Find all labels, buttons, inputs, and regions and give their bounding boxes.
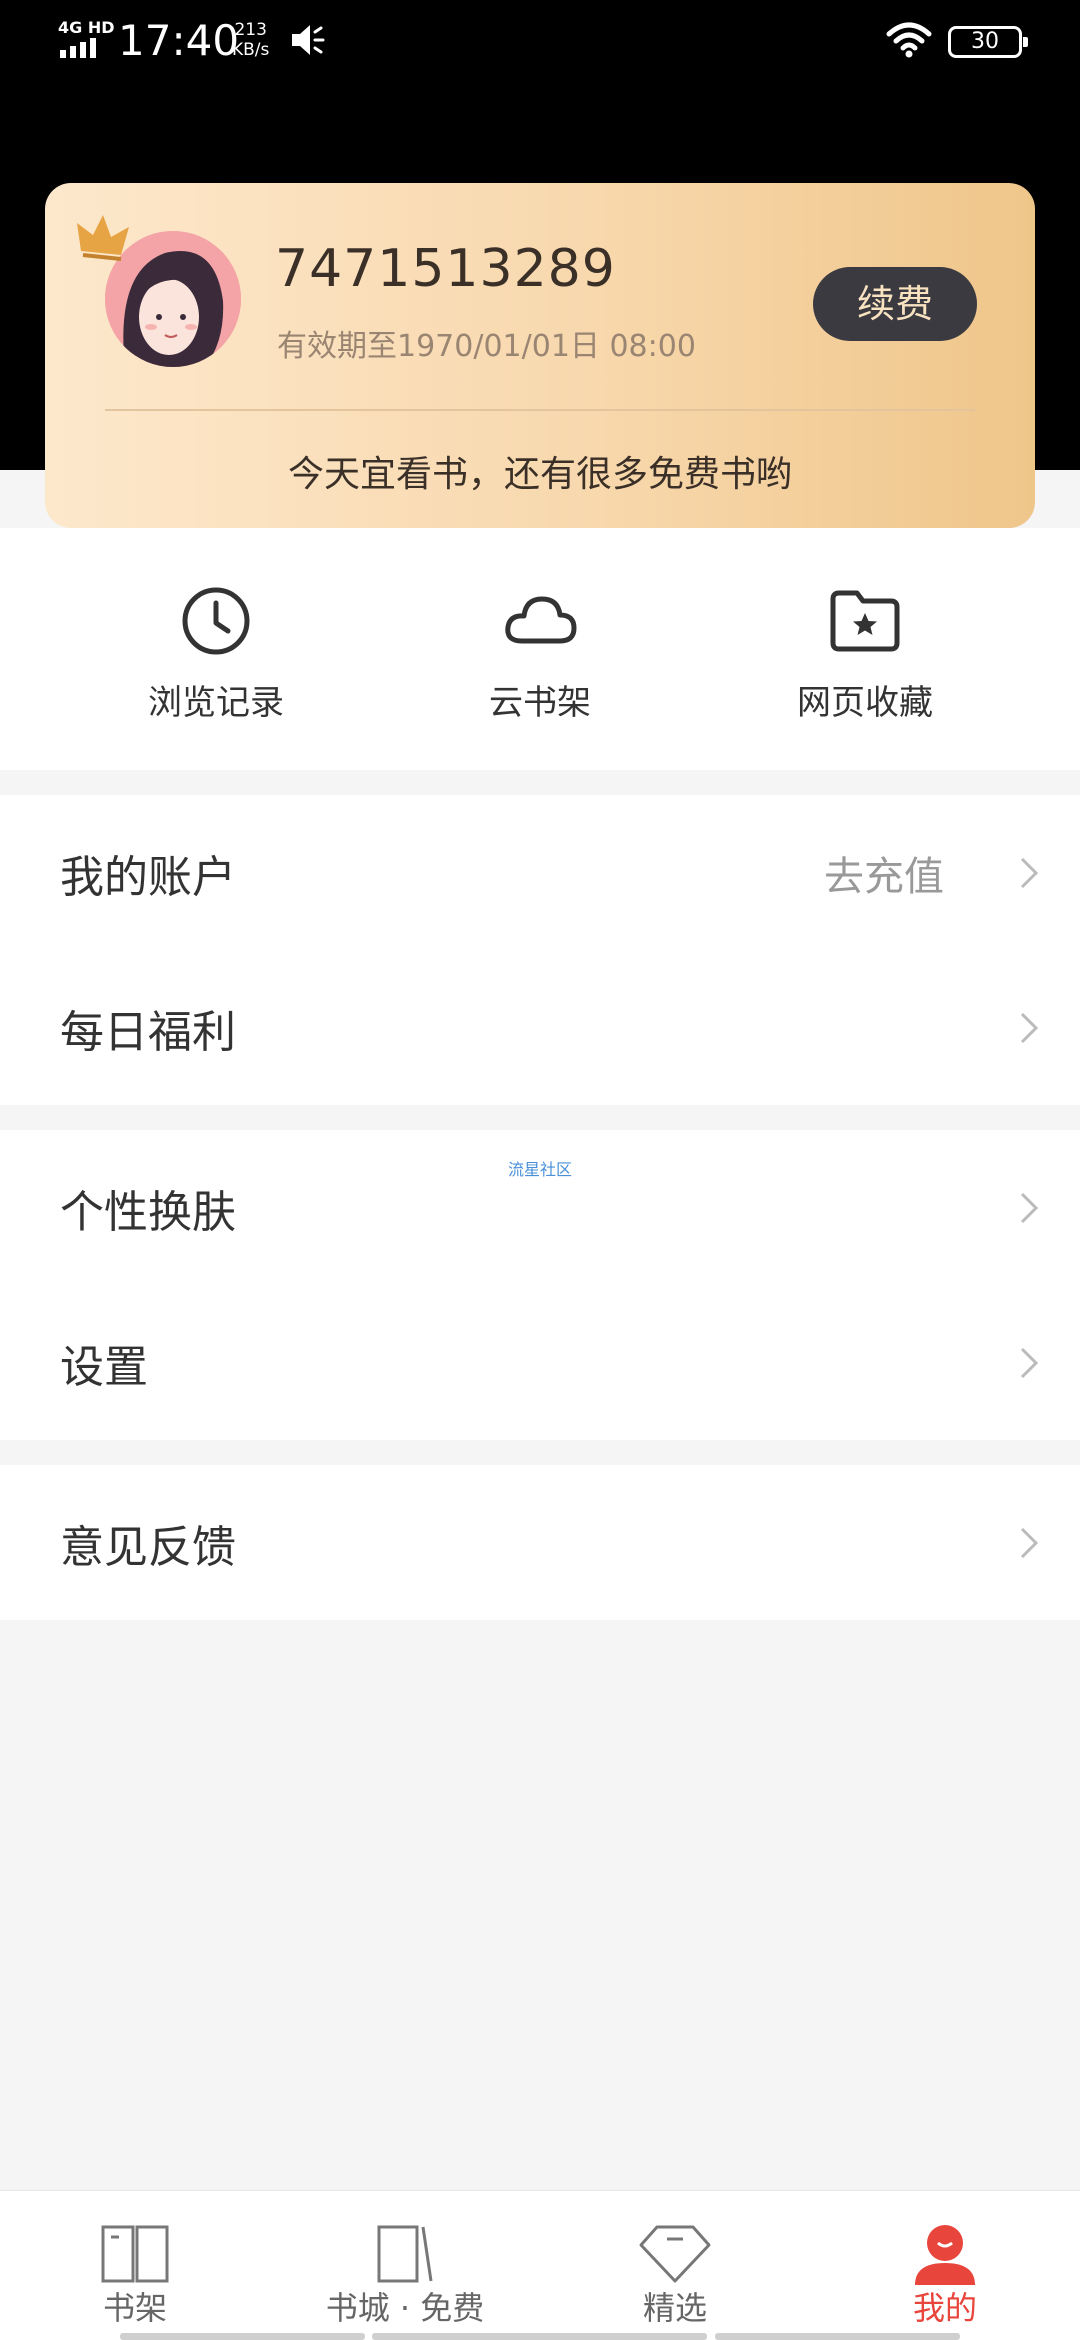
watermark: 流星社区 xyxy=(508,1160,573,1179)
card-slogan[interactable]: 今天宜看书，还有很多免费书哟 xyxy=(45,445,1035,497)
menu-item-feedback[interactable]: 意见反馈 xyxy=(0,1465,1080,1620)
network-speed: 213 KB/s xyxy=(232,20,269,60)
open-book-icon xyxy=(101,2225,169,2283)
menu-item-label: 设置 xyxy=(60,1341,148,1393)
chevron-right-icon xyxy=(1020,1527,1039,1558)
battery-icon: 30 xyxy=(948,26,1028,58)
signal-icon xyxy=(60,38,96,58)
menu-item-label: 我的账户 xyxy=(60,851,236,903)
bookmarks-button[interactable]: 网页收藏 xyxy=(745,583,985,724)
chevron-right-icon xyxy=(1020,1192,1039,1223)
mute-icon xyxy=(292,25,325,55)
menu-item-label: 个性换肤 xyxy=(60,1186,236,1238)
quick-actions: 浏览记录 云书架 网页收藏 xyxy=(0,528,1080,770)
tab-bookshelf[interactable]: 书架 xyxy=(0,2191,270,2340)
chevron-right-icon xyxy=(1020,1012,1039,1043)
tab-label: 精选 xyxy=(642,2289,707,2327)
menu-group-account: 我的账户 去充值 每日福利 xyxy=(0,795,1080,1105)
tab-label: 我的 xyxy=(912,2289,977,2327)
menu-item-my-account[interactable]: 我的账户 去充值 xyxy=(0,795,1080,950)
menu-item-skin[interactable]: 个性换肤 xyxy=(0,1130,1080,1285)
account-id: 7471513289 xyxy=(275,239,616,299)
system-gesture-bar xyxy=(0,2330,1080,2340)
vip-card[interactable]: 7471513289 有效期至1970/01/01日 08:00 续费 今天宜看… xyxy=(45,183,1035,528)
bookstore-icon xyxy=(377,2225,433,2283)
membership-expiry: 有效期至1970/01/01日 08:00 xyxy=(277,329,696,364)
tab-featured[interactable]: 精选 xyxy=(540,2191,810,2340)
renew-button[interactable]: 续费 xyxy=(813,267,977,341)
menu-item-label: 意见反馈 xyxy=(60,1521,236,1573)
browse-history-label: 浏览记录 xyxy=(148,683,284,723)
chevron-right-icon xyxy=(1020,1347,1039,1378)
crown-icon xyxy=(77,215,129,261)
menu-item-label: 每日福利 xyxy=(60,1006,236,1058)
chevron-right-icon xyxy=(1020,857,1039,888)
network-type: 4G HD xyxy=(58,18,115,37)
cloud-bookshelf-button[interactable]: 云书架 xyxy=(420,583,660,724)
profile-icon xyxy=(915,2225,975,2285)
clock-icon xyxy=(182,587,250,655)
cloud-bookshelf-label: 云书架 xyxy=(489,683,591,723)
tab-label: 书城 · 免费 xyxy=(325,2289,485,2327)
speed-value: 213 xyxy=(234,20,267,40)
tab-me[interactable]: 我的 xyxy=(810,2191,1080,2340)
tab-bookstore[interactable]: 书城 · 免费 xyxy=(270,2191,540,2340)
card-divider xyxy=(105,409,975,411)
bookmarks-label: 网页收藏 xyxy=(797,683,933,723)
cloud-icon xyxy=(505,596,577,644)
recharge-link[interactable]: 去充值 xyxy=(824,844,944,902)
speed-unit: KB/s xyxy=(232,40,270,60)
menu-group-feedback: 意见反馈 xyxy=(0,1465,1080,1620)
clock: 17:40 xyxy=(118,16,240,65)
diamond-icon xyxy=(639,2225,711,2283)
wifi-icon xyxy=(886,22,932,58)
folder-star-icon xyxy=(830,590,900,652)
menu-item-daily-bonus[interactable]: 每日福利 xyxy=(0,950,1080,1105)
status-bar: 4G HD 17:40 213 KB/s 30 xyxy=(0,0,1080,86)
browse-history-button[interactable]: 浏览记录 xyxy=(96,583,336,724)
tab-label: 书架 xyxy=(102,2289,167,2327)
bottom-navigation: 书架 书城 · 免费 精选 我的 xyxy=(0,2190,1080,2340)
menu-item-settings[interactable]: 设置 xyxy=(0,1285,1080,1440)
